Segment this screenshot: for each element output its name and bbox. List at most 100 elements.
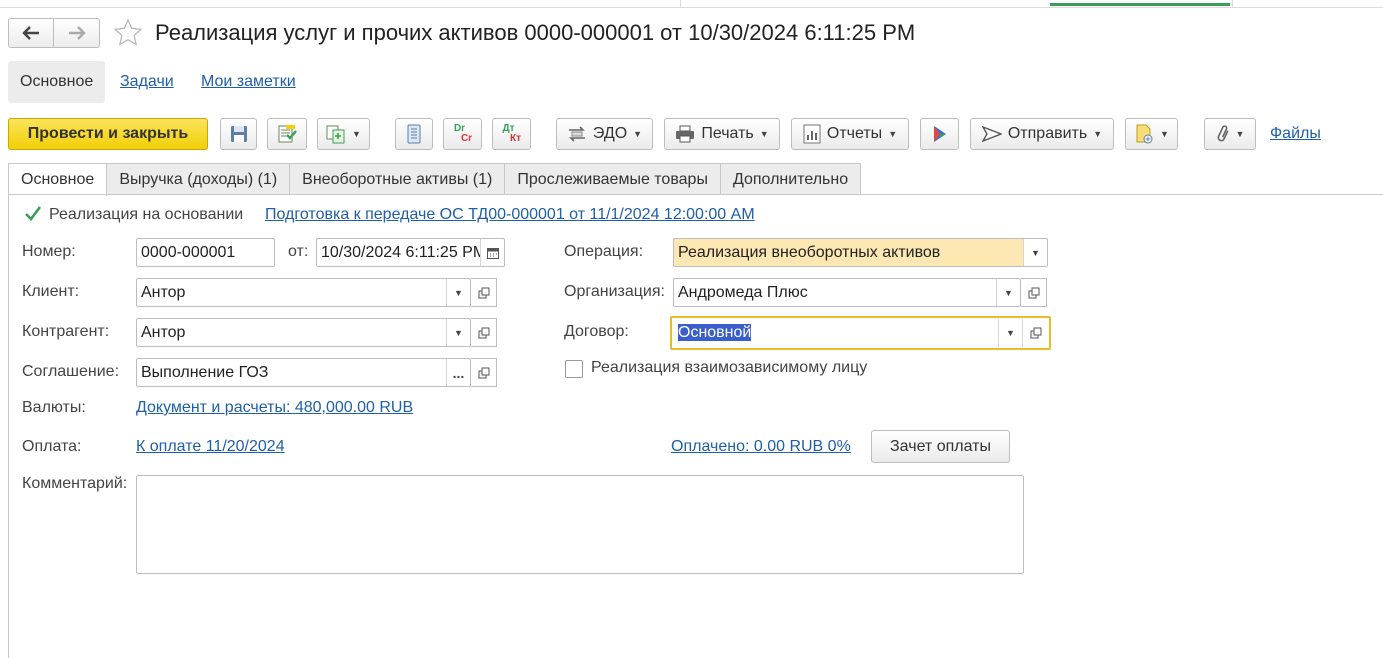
cr-label: Cr [460, 133, 473, 144]
attach-document-button[interactable]: ▼ [1125, 118, 1178, 150]
arrow-right-icon [68, 26, 86, 40]
paid-link[interactable]: Оплачено: 0.00 RUB 0% [671, 438, 851, 456]
contractor-field[interactable]: Антор ▼ [136, 318, 471, 347]
date-value: 10/30/2024 6:11:25 PM [321, 243, 480, 261]
interdependent-checkbox[interactable] [565, 360, 583, 378]
comment-textarea[interactable] [136, 475, 1024, 574]
create-based-on-button[interactable]: ▼ [317, 118, 370, 150]
offset-payment-button[interactable]: Зачет оплаты [871, 430, 1010, 463]
calendar-icon[interactable] [480, 239, 504, 266]
chevron-down-icon: ▼ [759, 129, 769, 139]
post-button[interactable] [267, 118, 307, 150]
ellipsis-icon[interactable]: ... [446, 359, 470, 386]
document-add-icon [1136, 124, 1153, 144]
structure-button[interactable] [395, 118, 433, 150]
chevron-down-icon[interactable]: ▼ [996, 279, 1020, 306]
open-window-icon [1030, 327, 1041, 339]
tab-fixed-assets[interactable]: Внеоборотные активы (1) [289, 163, 506, 195]
currency-label: Валюты: [22, 399, 86, 416]
chevron-down-icon: ▼ [1235, 129, 1245, 139]
chevron-down-icon: ▼ [888, 129, 898, 139]
operation-field[interactable]: Реализация внеоборотных активов ▼ [673, 238, 1048, 267]
tab-main[interactable]: Основное [8, 163, 108, 196]
organization-label: Организация: [564, 283, 665, 300]
contract-field[interactable]: Основной ▼ [670, 316, 1051, 350]
favorite-button[interactable] [113, 18, 143, 52]
checkmark-icon [25, 206, 42, 221]
panel-border [8, 194, 9, 658]
agreement-value: Выполнение ГОЗ [141, 363, 269, 381]
chevron-down-icon[interactable]: ▼ [446, 279, 470, 306]
client-field[interactable]: Антор ▼ [136, 278, 471, 307]
back-button[interactable] [8, 18, 54, 48]
currency-link[interactable]: Документ и расчеты: 480,000.00 RUB [136, 399, 413, 417]
open-window-icon [478, 367, 489, 378]
kt-label: Кт [509, 133, 521, 144]
organization-open-button[interactable] [1021, 278, 1047, 307]
dt-kt-button[interactable]: Дт Кт [492, 118, 531, 150]
tab-traceable-goods[interactable]: Прослеживаемые товары [504, 163, 721, 195]
print-label: Печать [701, 125, 754, 142]
agreement-label: Соглашение: [22, 363, 120, 380]
post-and-close-button[interactable]: Провести и закрыть [8, 118, 208, 150]
chevron-down-icon: ▼ [633, 129, 643, 139]
client-value: Антор [141, 283, 186, 301]
create-based-on-icon [326, 125, 345, 144]
open-window-icon [478, 327, 489, 338]
files-link[interactable]: Файлы [1270, 125, 1321, 143]
contractor-value: Антор [141, 323, 186, 341]
organization-field[interactable]: Андромеда Плюс ▼ [673, 278, 1021, 307]
client-open-button[interactable] [471, 278, 497, 307]
report-icon [803, 124, 821, 144]
history-nav [8, 18, 100, 48]
reports-label: Отчеты [826, 125, 883, 142]
agreement-open-button[interactable] [471, 358, 497, 387]
interdependent-label: Реализация взаимозависимому лицу [591, 359, 868, 376]
date-label: от: [288, 243, 309, 260]
chevron-down-icon: ▼ [1093, 129, 1103, 139]
section-notes[interactable]: Мои заметки [189, 61, 308, 103]
bp-button[interactable] [920, 118, 959, 150]
contractor-open-button[interactable] [471, 318, 497, 347]
print-button[interactable]: Печать ▼ [664, 118, 780, 150]
open-window-icon [1028, 287, 1039, 298]
play-flow-icon [933, 126, 946, 142]
dr-cr-button[interactable]: Dr Cr [443, 118, 482, 150]
open-window-icon [478, 287, 489, 298]
paperclip-icon [1217, 125, 1229, 142]
number-field[interactable]: 0000-000001 [136, 238, 275, 267]
send-icon [981, 125, 1002, 143]
arrow-left-icon [22, 26, 39, 40]
floppy-disk-icon [230, 126, 247, 142]
edo-label: ЭДО [592, 125, 628, 142]
client-label: Клиент: [22, 283, 80, 300]
basis-checkbox[interactable] [24, 205, 42, 227]
edo-button[interactable]: ЭДО ▼ [556, 118, 653, 150]
basis-link[interactable]: Подготовка к передаче ОС ТД00-000001 от … [265, 206, 755, 224]
send-button[interactable]: Отправить ▼ [970, 118, 1114, 150]
forward-button[interactable] [54, 18, 100, 48]
comment-label: Комментарий: [22, 475, 128, 492]
chevron-down-icon[interactable]: ▼ [446, 319, 470, 346]
contract-label: Договор: [564, 323, 629, 340]
contract-open-button[interactable] [1022, 319, 1048, 347]
chevron-down-icon[interactable]: ▼ [998, 319, 1022, 347]
section-main[interactable]: Основное [8, 61, 106, 103]
agreement-field[interactable]: Выполнение ГОЗ ... [136, 358, 471, 387]
chevron-down-icon: ▼ [352, 129, 361, 139]
save-button[interactable] [220, 118, 257, 150]
reports-button[interactable]: Отчеты ▼ [791, 118, 909, 150]
tab-additional[interactable]: Дополнительно [719, 163, 862, 195]
top-separator [680, 0, 681, 7]
date-field[interactable]: 10/30/2024 6:11:25 PM [316, 238, 505, 267]
attachments-button[interactable]: ▼ [1204, 118, 1256, 150]
active-window-indicator [1050, 0, 1230, 6]
section-tasks[interactable]: Задачи [108, 61, 186, 103]
tab-revenue[interactable]: Выручка (доходы) (1) [106, 163, 291, 195]
chevron-down-icon[interactable]: ▼ [1023, 239, 1047, 266]
contractor-label: Контрагент: [22, 323, 110, 340]
payment-link[interactable]: К оплате 11/20/2024 [136, 438, 285, 456]
contract-value-wrap: Основной [673, 324, 998, 342]
edo-icon [568, 126, 585, 142]
organization-value: Андромеда Плюс [678, 283, 808, 301]
